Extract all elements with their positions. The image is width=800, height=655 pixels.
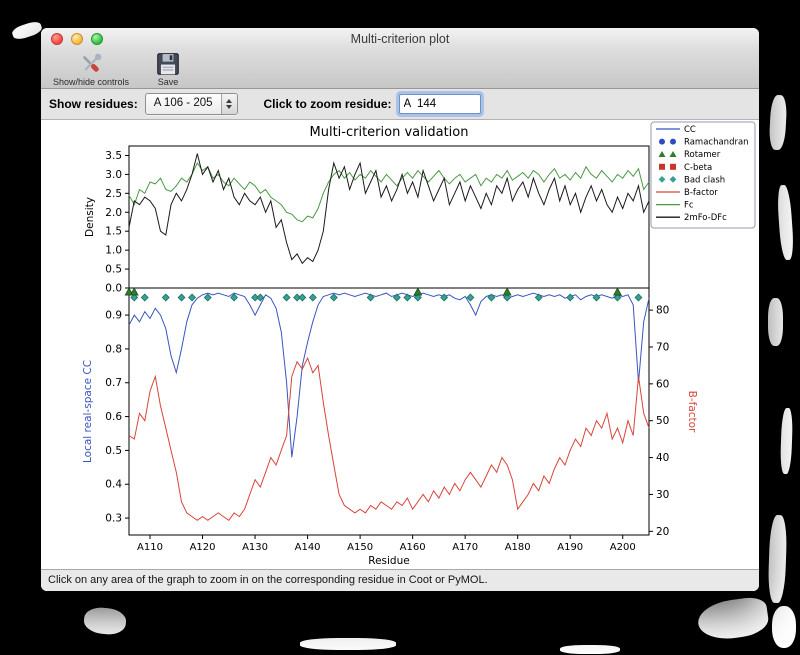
screen-artifact <box>560 645 620 654</box>
legend-square-swatch <box>659 163 665 170</box>
chart-legend: CC Ramachandran Rotamer C-beta Bad clash B-fa… <box>650 121 756 229</box>
cc-axis-label: Local real-space CC <box>82 360 94 463</box>
screen-artifact <box>768 298 783 346</box>
tick-label: 0.4 <box>105 479 122 491</box>
x-tick-label: A130 <box>242 542 268 553</box>
show-residues-label: Show residues: <box>49 97 138 111</box>
legend-circle-swatch <box>659 138 665 145</box>
arrow-up-icon <box>226 99 233 103</box>
screen-artifact <box>779 407 794 475</box>
multi-criterion-plot-window: Multi-criterion plot Show/hide controls <box>41 28 759 591</box>
x-tick-label: A190 <box>557 542 583 553</box>
legend-label: Fc <box>684 201 694 211</box>
chart-title: Multi-criterion validation <box>310 125 469 140</box>
legend-label: Bad clash <box>684 175 725 185</box>
legend-label: Ramachandran <box>684 138 749 148</box>
status-text: Click on any area of the graph to zoom i… <box>48 574 488 586</box>
save-button[interactable]: Save <box>155 51 181 87</box>
tick-label: 3.0 <box>105 169 122 181</box>
tool-label: Show/hide controls <box>53 77 130 87</box>
legend-label: C-beta <box>684 163 712 173</box>
residue-range-select[interactable]: A 106 - 205 <box>144 93 238 115</box>
tick-label: 1.5 <box>105 226 122 238</box>
legend-square-swatch <box>670 163 676 170</box>
tick-label: 0.6 <box>105 411 122 423</box>
b-factor-axis-label: B-factor <box>686 391 698 433</box>
minimize-button[interactable] <box>71 33 83 45</box>
screen-artifact <box>767 514 788 604</box>
bottom-plot-area[interactable] <box>128 287 650 536</box>
zoom-residue-input[interactable] <box>398 94 481 114</box>
residue-axis-label: Residue <box>368 555 409 567</box>
x-tick-label: A110 <box>137 542 163 553</box>
tick-label: 0.5 <box>105 445 122 457</box>
zoom-window-button[interactable] <box>91 33 103 45</box>
tick-label: 1.0 <box>105 245 122 257</box>
tick-label: 0.7 <box>105 377 122 389</box>
zoom-residue-label: Click to zoom residue: <box>263 97 392 111</box>
tick-label: 30 <box>656 489 669 501</box>
x-tick-label: A160 <box>400 542 426 553</box>
screen-artifact <box>10 19 44 42</box>
screen-artifact <box>772 606 796 648</box>
tick-label: 60 <box>656 378 669 390</box>
density-axis-label: Density <box>84 197 96 237</box>
arrow-down-icon <box>226 105 233 109</box>
x-tick-label: A170 <box>452 542 478 553</box>
chart-region: Multi-criterion validation 0.0 0.5 1.0 1.5 2.… <box>41 120 759 569</box>
screen-artifact <box>768 94 788 151</box>
tick-label: 3.5 <box>105 150 122 162</box>
tick-label: 2.0 <box>105 207 122 219</box>
screen-artifact <box>82 605 128 637</box>
window-title: Multi-criterion plot <box>350 32 450 46</box>
x-tick-label: A120 <box>190 542 216 553</box>
status-bar: Click on any area of the graph to zoom i… <box>41 569 759 591</box>
tick-label: 0.9 <box>105 310 122 322</box>
close-button[interactable] <box>51 33 63 45</box>
controls-row: Show residues: A 106 - 205 Click to zoom… <box>41 89 759 120</box>
traffic-lights <box>51 33 103 45</box>
stepper-arrows-icon <box>220 94 237 114</box>
tools-icon <box>83 53 102 72</box>
tick-label: 0.5 <box>105 264 122 276</box>
tick-label: 50 <box>656 415 669 427</box>
legend-label: CC <box>684 125 696 135</box>
tool-label: Save <box>157 77 179 87</box>
x-tick-label: A200 <box>610 542 636 553</box>
legend-label: 2mFo-DFc <box>684 213 727 223</box>
title-bar[interactable]: Multi-criterion plot <box>41 28 759 50</box>
legend-label: B-factor <box>684 188 718 198</box>
toolbar: Show/hide controls Save <box>41 50 759 89</box>
save-icon <box>157 53 179 75</box>
screen-artifact <box>300 638 396 650</box>
multi-criterion-chart[interactable]: Multi-criterion validation 0.0 0.5 1.0 1.5 2.… <box>41 120 759 569</box>
desktop-background: Multi-criterion plot Show/hide controls <box>0 0 800 655</box>
screen-artifact <box>776 184 795 261</box>
tick-label: 2.5 <box>105 188 122 200</box>
tick-label: 70 <box>656 341 669 353</box>
x-tick-label: A180 <box>505 542 531 553</box>
tick-label: 0.0 <box>105 283 122 295</box>
tick-label: 20 <box>656 526 669 538</box>
tick-label: 0.3 <box>105 513 122 525</box>
x-tick-label: A150 <box>347 542 373 553</box>
tick-label: 0.8 <box>105 343 122 355</box>
residue-range-value: A 106 - 205 <box>153 97 213 109</box>
tick-label: 80 <box>656 305 669 317</box>
screen-artifact <box>695 595 771 643</box>
x-tick-label: A140 <box>295 542 321 553</box>
legend-label: Rotamer <box>684 150 721 160</box>
tick-label: 40 <box>656 452 669 464</box>
show-hide-controls-button[interactable]: Show/hide controls <box>53 51 129 87</box>
legend-circle-swatch <box>670 138 676 145</box>
